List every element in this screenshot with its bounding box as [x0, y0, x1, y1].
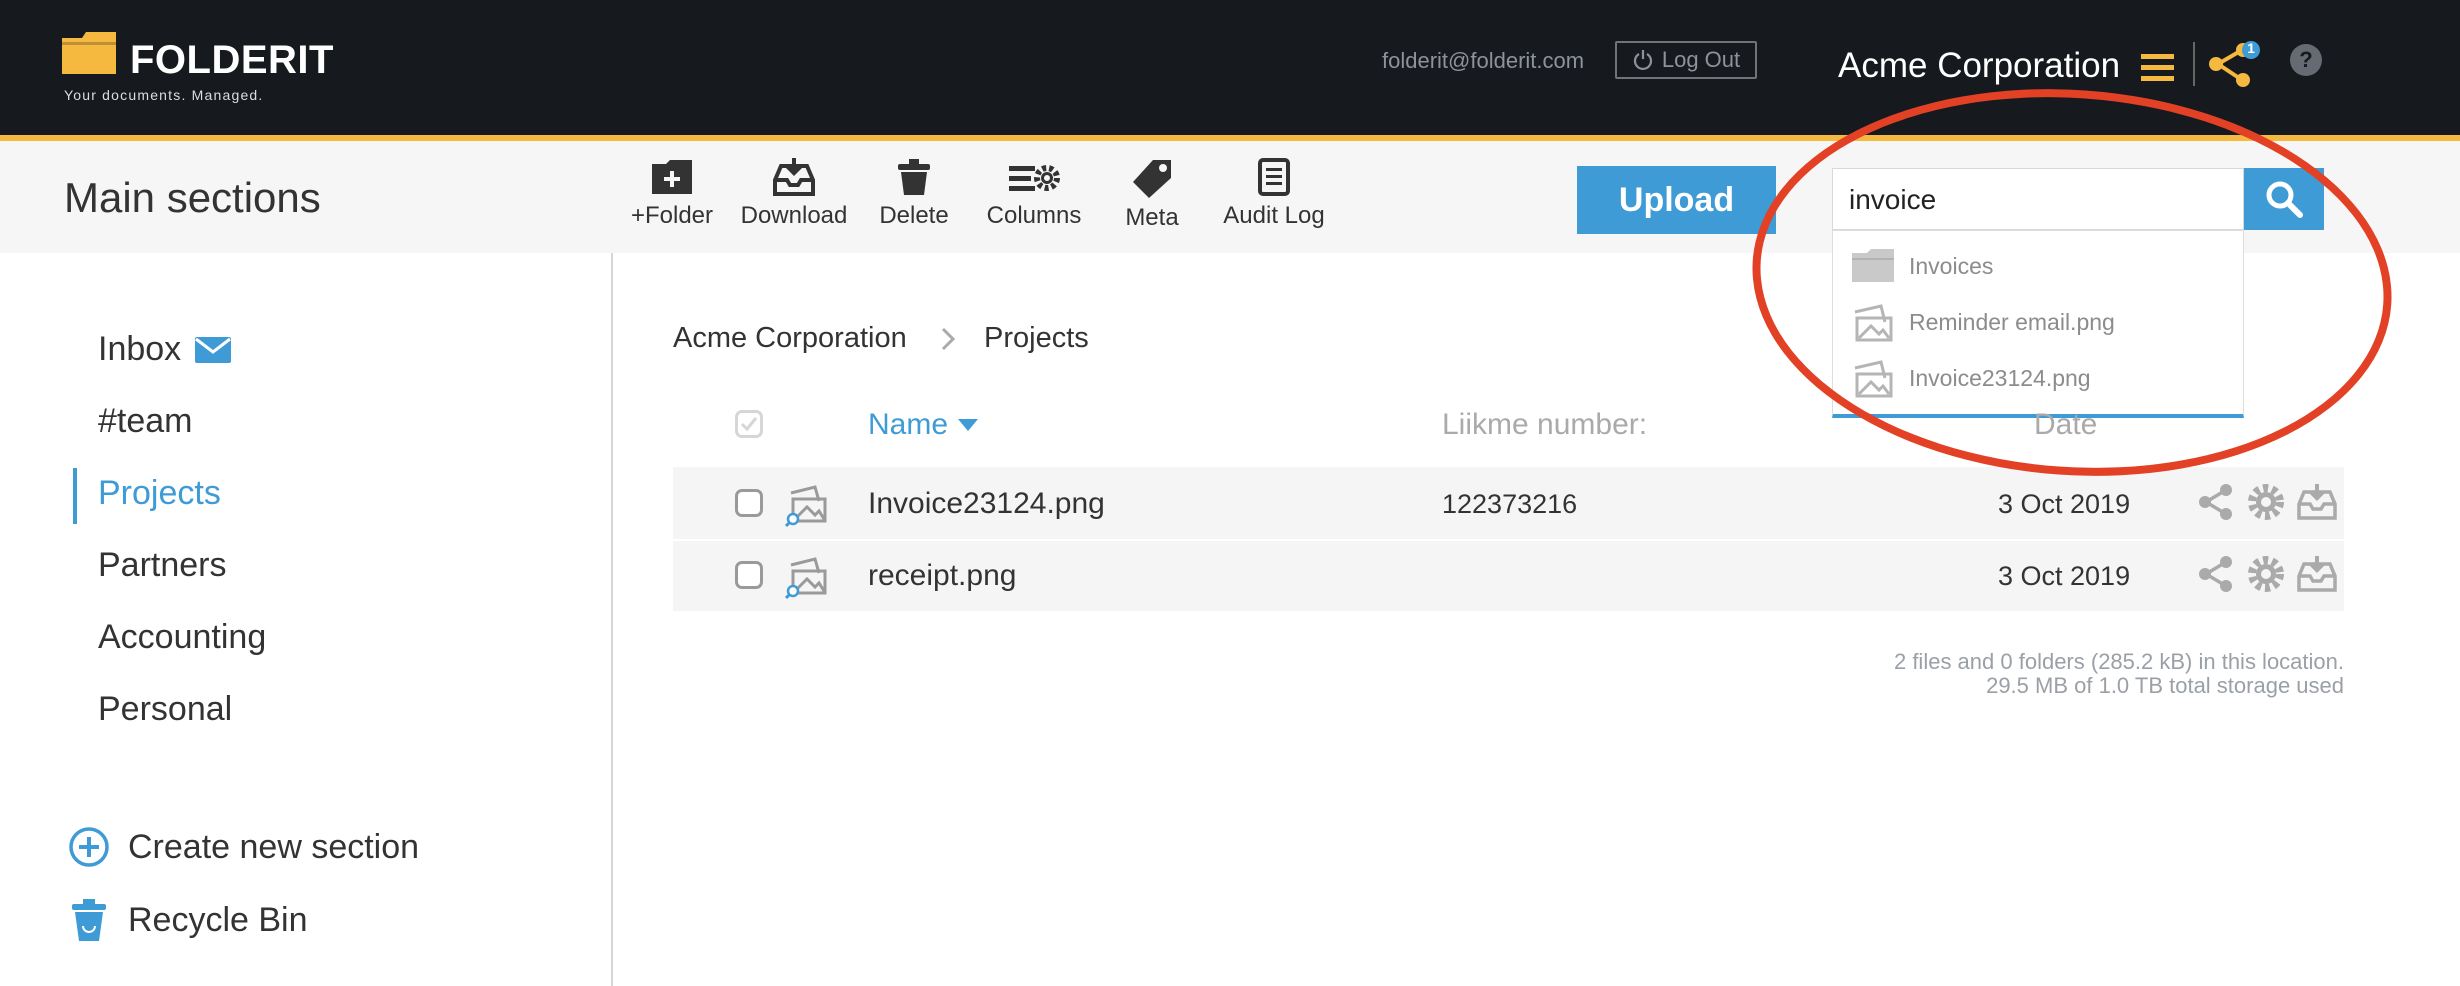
location-summary: 2 files and 0 folders (285.2 kB) in this… [1893, 649, 2344, 674]
tool-label: Meta [1125, 204, 1179, 231]
share-icon[interactable] [2196, 482, 2236, 522]
new-folder-button[interactable]: +Folder [630, 158, 714, 248]
breadcrumb-item-root[interactable]: Acme Corporation [673, 322, 907, 355]
power-icon [1633, 50, 1652, 71]
plus-circle-icon [69, 827, 109, 867]
shared-notifications-button[interactable]: 1 [2206, 36, 2262, 92]
column-header-label: Name [868, 408, 949, 441]
checkmark-icon [740, 417, 758, 432]
columns-button[interactable]: Columns [984, 158, 1084, 248]
image-file-icon [785, 485, 827, 527]
storage-usage: 29.5 MB of 1.0 TB total storage used [1986, 673, 2344, 698]
sidebar-item-personal[interactable]: Personal [98, 690, 232, 729]
envelope-icon [195, 336, 232, 363]
columns-gear-icon [1009, 165, 1060, 191]
tool-label: Download [740, 202, 848, 229]
column-header-name[interactable]: Name [868, 408, 979, 442]
header-divider [2193, 42, 2195, 86]
organization-name[interactable]: Acme Corporation [1838, 46, 2120, 86]
download-tray-icon[interactable] [2297, 484, 2337, 520]
breadcrumb-item-current: Projects [984, 322, 1089, 354]
create-section-button[interactable]: Create new section [68, 826, 419, 868]
sidebar-item-label: Inbox [98, 330, 182, 368]
table-row[interactable]: Invoice23124.png 122373216 3 Oct 2019 [673, 467, 2344, 539]
select-all-checkbox[interactable] [735, 410, 763, 438]
logo-folder-icon [62, 32, 116, 74]
sidebar-item-team[interactable]: #team [98, 402, 193, 441]
document-list-icon [1258, 158, 1290, 196]
sidebar-item-partners[interactable]: Partners [98, 546, 227, 585]
file-date: 3 Oct 2019 [1998, 561, 2131, 591]
sidebar-item-accounting[interactable]: Accounting [98, 618, 266, 657]
download-tray-icon[interactable] [2297, 556, 2337, 592]
row-checkbox[interactable] [735, 489, 763, 517]
file-name[interactable]: receipt.png [868, 559, 1016, 593]
sidebar-divider [611, 253, 613, 986]
delete-button[interactable]: Delete [873, 158, 955, 248]
recycle-bin-icon [72, 899, 106, 941]
column-header-meta[interactable]: Liikme number: [1442, 408, 1647, 442]
logout-button[interactable]: Log Out [1615, 41, 1757, 79]
gear-icon[interactable] [2246, 554, 2286, 594]
file-date: 3 Oct 2019 [1998, 489, 2131, 519]
sidebar-item-inbox[interactable]: Inbox [98, 330, 232, 369]
download-button[interactable]: Download [738, 158, 850, 248]
folderit-logo[interactable]: FOLDERIT Your documents. Managed. [62, 32, 333, 103]
folder-plus-icon [652, 160, 692, 194]
tool-label: Audit Log [1223, 202, 1325, 229]
user-email: folderit@folderit.com [1382, 48, 1585, 73]
meta-value: 122373216 [1442, 489, 1578, 519]
tool-label: Columns [986, 202, 1082, 229]
chevron-right-icon [941, 327, 956, 351]
share-badge-count: 1 [2247, 40, 2255, 56]
meta-button[interactable]: Meta [1117, 158, 1187, 248]
tool-label: Delete [879, 202, 949, 229]
download-tray-icon [773, 158, 815, 196]
logo-text: FOLDERIT [130, 38, 334, 82]
active-item-indicator [73, 468, 77, 524]
section-title: Main sections [64, 174, 321, 221]
create-section-label: Create new section [128, 827, 420, 866]
storage-summary: 2 files and 0 folders (285.2 kB) in this… [1894, 650, 2344, 698]
sidebar-item-projects[interactable]: Projects [98, 474, 221, 513]
recycle-bin-button[interactable]: Recycle Bin [68, 898, 308, 942]
logout-label: Log Out [1661, 47, 1741, 72]
file-name[interactable]: Invoice23124.png [868, 487, 1105, 521]
trash-icon [898, 159, 930, 195]
menu-icon[interactable] [2141, 54, 2174, 82]
table-row[interactable]: receipt.png 3 Oct 2019 [673, 539, 2344, 611]
gear-icon[interactable] [2246, 482, 2286, 522]
upload-button[interactable]: Upload [1577, 166, 1776, 234]
audit-log-button[interactable]: Audit Log [1220, 158, 1328, 248]
sort-down-icon [958, 419, 979, 431]
share-icon[interactable] [2196, 554, 2236, 594]
row-checkbox[interactable] [735, 561, 763, 589]
image-file-icon [785, 557, 827, 599]
row-separator [673, 539, 2344, 541]
logo-tagline: Your documents. Managed. [64, 87, 264, 103]
recycle-bin-label: Recycle Bin [128, 900, 308, 939]
help-button[interactable]: ? [2290, 44, 2322, 76]
tag-icon [1133, 160, 1171, 198]
tool-label: +Folder [630, 202, 714, 229]
